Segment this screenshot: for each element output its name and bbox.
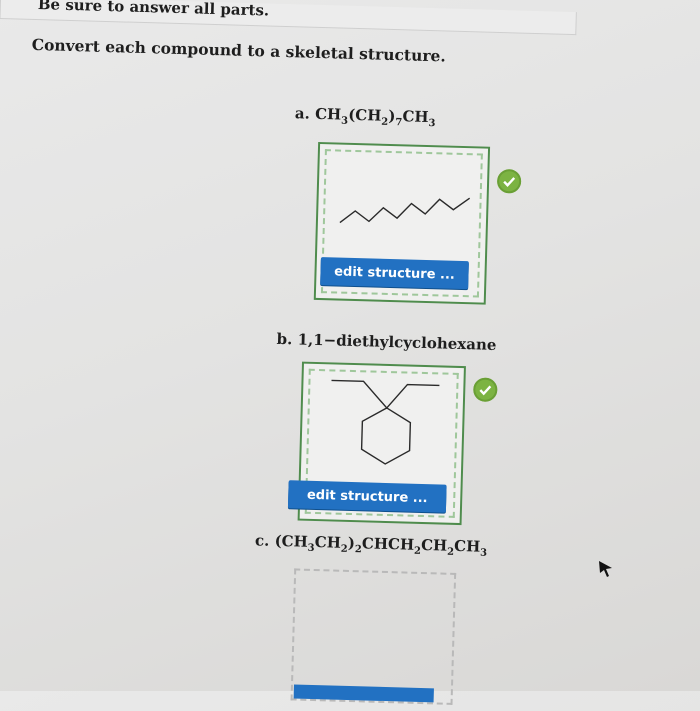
check-icon <box>496 168 522 194</box>
question-prompt: Convert each compound to a skeletal stru… <box>31 34 447 66</box>
question-panel: Be sure to answer all parts. Convert eac… <box>0 0 700 710</box>
edit-structure-button-b[interactable]: edit structure ... <box>287 480 447 513</box>
part-c-formula: (CH3CH2)2CHCH2CH2CH3 <box>274 531 488 559</box>
part-b-label: b. 1,1−diethylcyclohexane <box>276 329 497 354</box>
part-a-label: a. CH3(CH2)7CH3 <box>294 104 436 130</box>
cursor-arrow-icon <box>599 561 612 577</box>
part-c-label: c. (CH3CH2)2CHCH2CH2CH3 <box>254 531 488 559</box>
part-a-formula: CH3(CH2)7CH3 <box>314 104 436 130</box>
part-b-name: 1,1−diethylcyclohexane <box>297 330 497 354</box>
part-a-structure-box[interactable]: edit structure ... <box>313 141 491 305</box>
part-b-structure-box[interactable]: edit structure ... <box>287 361 466 526</box>
check-icon <box>472 377 498 403</box>
edit-structure-button-a[interactable]: edit structure ... <box>320 257 469 290</box>
